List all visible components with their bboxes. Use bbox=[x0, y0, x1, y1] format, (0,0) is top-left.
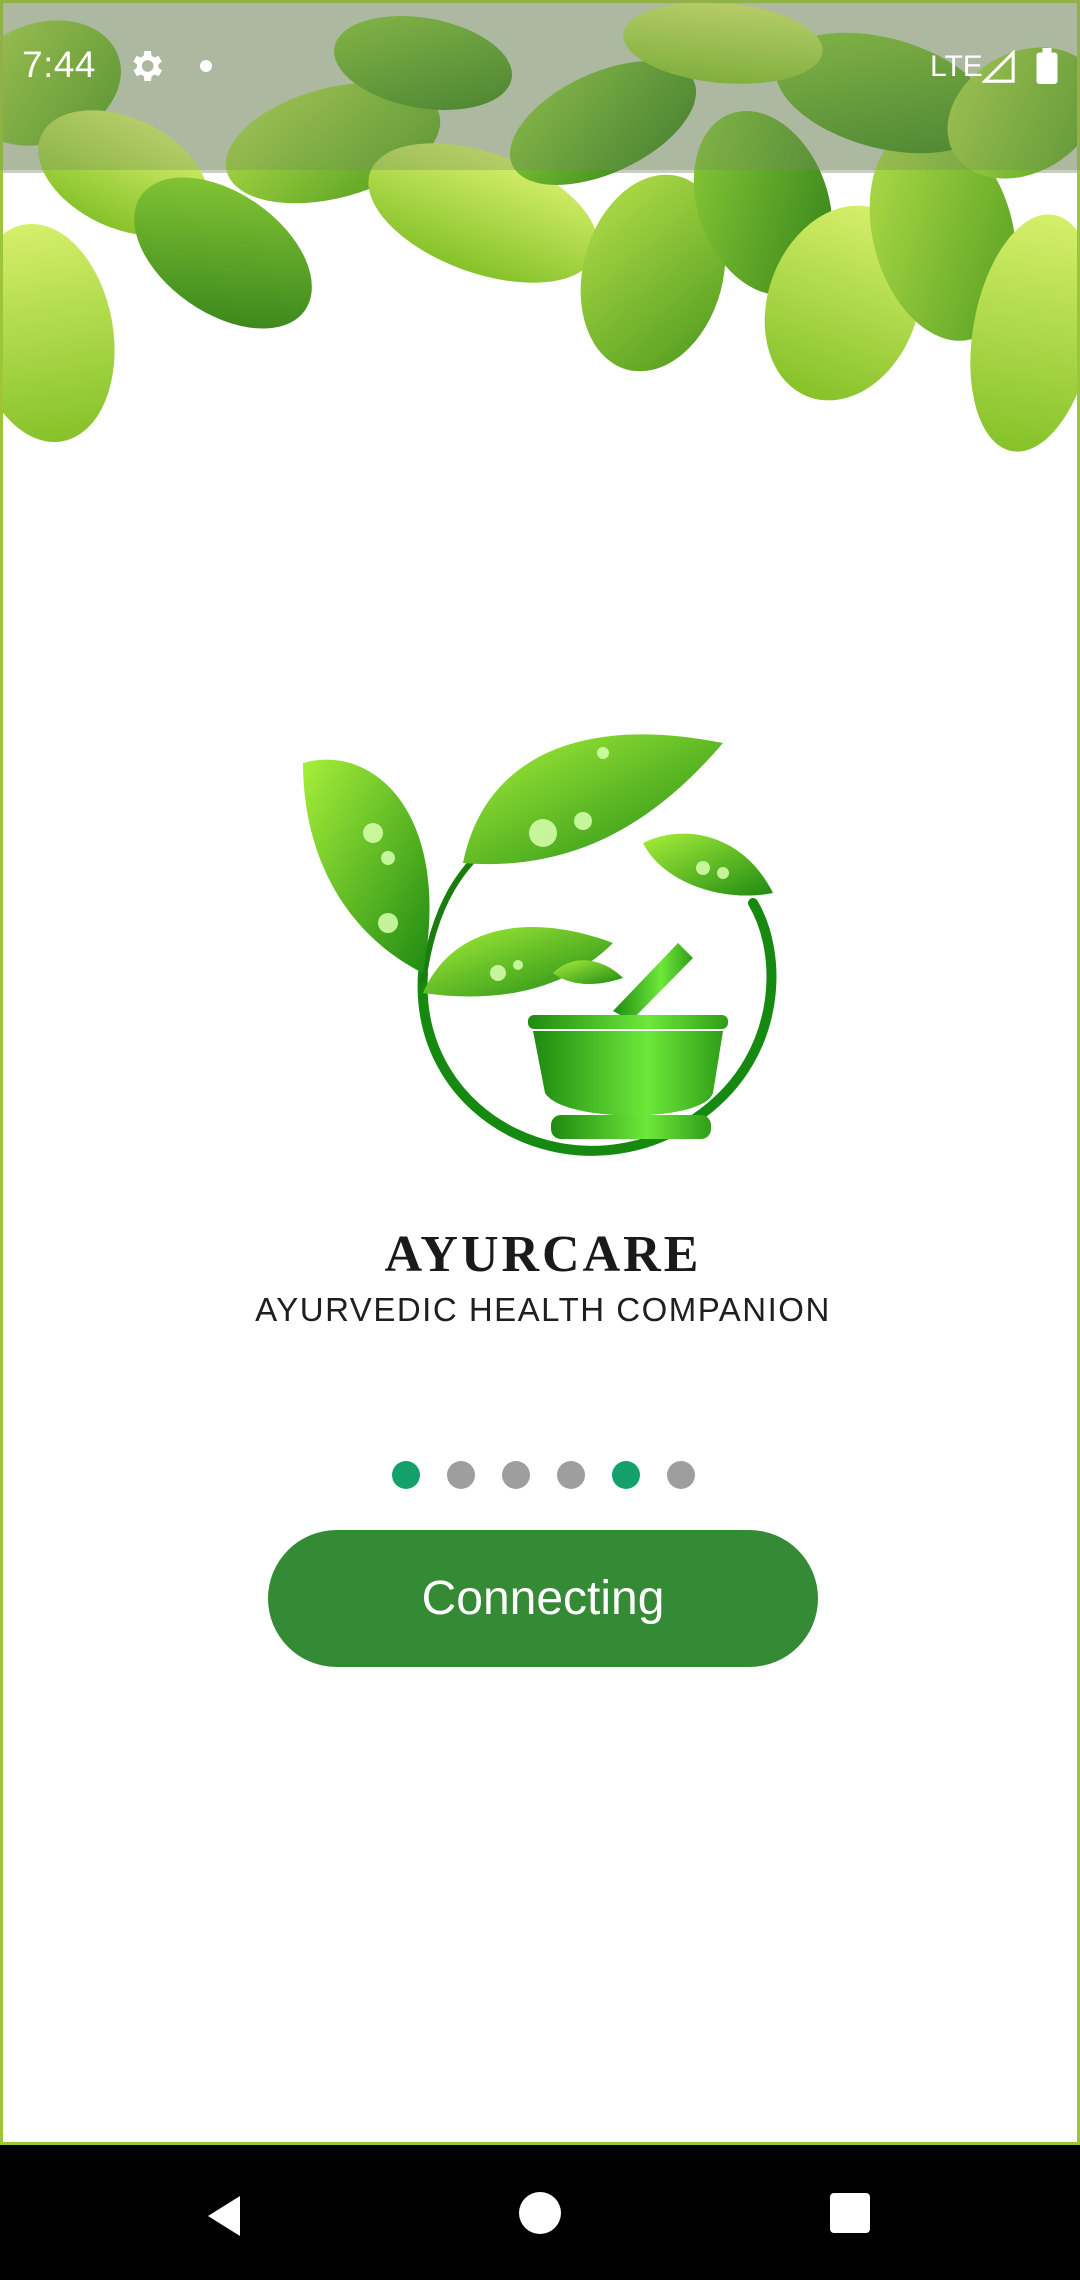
status-bar: 7:44 LTE bbox=[0, 0, 1080, 170]
app-logo-image bbox=[303, 734, 777, 1156]
page-indicator-dot bbox=[611, 1461, 640, 1489]
page-indicator-dot bbox=[556, 1461, 585, 1489]
recents-icon[interactable] bbox=[830, 2193, 870, 2233]
signal-icon bbox=[982, 50, 1015, 83]
battery-icon bbox=[1036, 48, 1058, 84]
app-frame: AYURCARE AYURVEDIC HEALTH COMPANION Conn… bbox=[0, 0, 1080, 2145]
network-type-label: LTE bbox=[930, 50, 983, 83]
page-indicator-dot bbox=[446, 1461, 475, 1489]
page-indicator-dot bbox=[666, 1461, 695, 1489]
status-time: 7:44 bbox=[22, 44, 97, 85]
home-icon[interactable] bbox=[519, 2192, 561, 2234]
brand-subtitle: AYURVEDIC HEALTH COMPANION bbox=[255, 1291, 831, 1328]
page-indicator bbox=[3, 1461, 1077, 1489]
connecting-button[interactable]: Connecting bbox=[268, 1530, 818, 1667]
back-icon[interactable] bbox=[200, 2192, 248, 2240]
page-indicator-dot bbox=[501, 1461, 530, 1489]
notification-dot-icon bbox=[200, 60, 212, 72]
brand-title: AYURCARE bbox=[384, 1226, 702, 1283]
splash-screen: AYURCARE AYURVEDIC HEALTH COMPANION Conn… bbox=[0, 0, 1080, 2280]
page-indicator-dot bbox=[391, 1461, 420, 1489]
gear-icon bbox=[133, 51, 162, 81]
